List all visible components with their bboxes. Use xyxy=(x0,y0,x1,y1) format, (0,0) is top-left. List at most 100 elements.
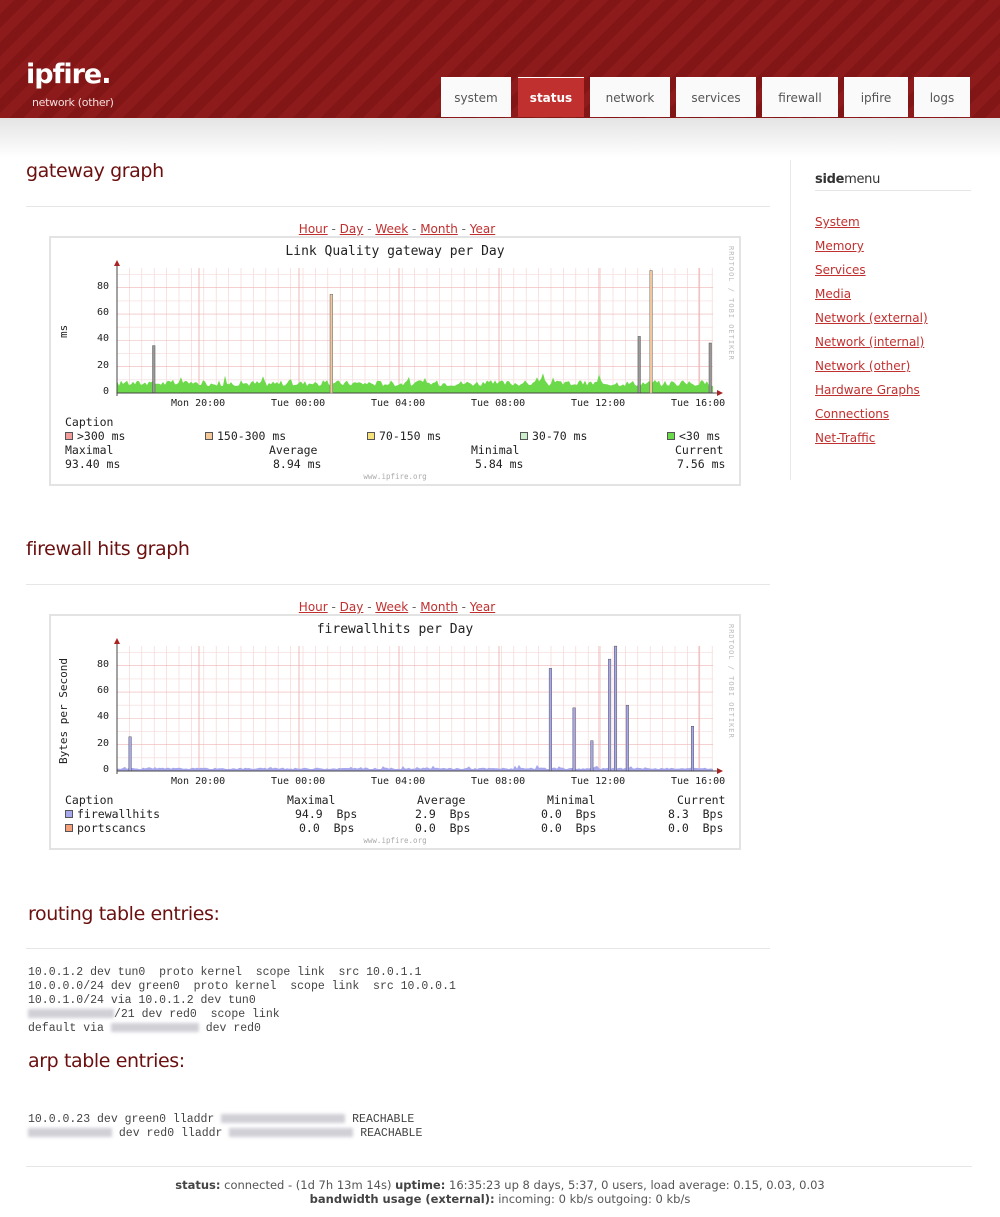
x-tick-label: Tue 12:00 xyxy=(571,776,626,787)
chart-footer: www.ipfire.org xyxy=(363,836,427,845)
sidemenu-item-connections[interactable]: Connections xyxy=(815,407,889,421)
stat-value: 93.40 ms xyxy=(65,457,121,471)
chart-title: Link Quality gateway per Day xyxy=(285,244,505,259)
legend-swatch xyxy=(520,432,528,440)
legend-item: >300 ms xyxy=(65,429,125,443)
sidemenu-item-services[interactable]: Services xyxy=(815,263,866,277)
x-tick-label: Tue 16:00 xyxy=(671,398,726,409)
legend-item: <30 ms xyxy=(667,429,721,443)
legend-item: firewallhits xyxy=(65,807,160,821)
stat-value: 0.0 Bps xyxy=(668,821,724,835)
legend-caption: Caption xyxy=(65,793,114,807)
column-header: Minimal xyxy=(547,793,596,807)
sidemenu-item-system[interactable]: System xyxy=(815,215,860,229)
route-line: dev red0 xyxy=(198,1022,261,1035)
sidemenu-item-network-internal[interactable]: Network (internal) xyxy=(815,335,924,349)
divider xyxy=(26,1166,972,1167)
redacted-address xyxy=(28,1128,112,1137)
x-tick-label: Tue 04:00 xyxy=(371,398,426,409)
status-footer: status: connected - (1d 7h 13m 14s) upti… xyxy=(175,1178,825,1206)
stat-label: Current xyxy=(675,443,724,457)
chart-title: firewallhits per Day xyxy=(316,622,474,637)
period-month-link[interactable]: Month xyxy=(420,222,458,236)
period-year-link[interactable]: Year xyxy=(470,222,495,236)
series-spike xyxy=(152,345,156,394)
y-tick-label: 40 xyxy=(96,711,109,723)
period-hour-link[interactable]: Hour xyxy=(299,222,328,236)
divider xyxy=(815,190,971,191)
period-day-link[interactable]: Day xyxy=(340,600,364,614)
gateway-chart: Link Quality gateway per Day RRDTOOL / T… xyxy=(49,236,741,486)
stat-value: 0.0 Bps xyxy=(415,821,471,835)
arp-line: 10.0.0.23 dev green0 lladdr xyxy=(28,1113,222,1126)
x-axis-arrow xyxy=(717,768,723,774)
series-spike xyxy=(614,645,618,772)
route-line: 10.0.1.2 dev tun0 proto kernel scope lin… xyxy=(28,966,422,979)
sidemenu-item-hardware-graphs[interactable]: Hardware Graphs xyxy=(815,383,920,397)
stat-value: 0.0 Bps xyxy=(299,821,355,835)
period-hour-link[interactable]: Hour xyxy=(299,600,328,614)
rrdtool-credit: RRDTOOL / TOBI OETIKER xyxy=(727,624,735,739)
stat-value: 94.9 Bps xyxy=(295,807,358,821)
sidemenu-item-network-other[interactable]: Network (other) xyxy=(815,359,910,373)
tab-network[interactable]: network xyxy=(590,77,670,117)
series-spike xyxy=(590,740,594,772)
sidemenu-item-memory[interactable]: Memory xyxy=(815,239,864,253)
divider xyxy=(26,584,770,585)
legend-swatch xyxy=(65,810,73,818)
route-line: default via xyxy=(28,1022,111,1035)
stat-value: 5.84 ms xyxy=(475,457,524,471)
period-year-link[interactable]: Year xyxy=(470,600,495,614)
series-spike xyxy=(625,704,629,772)
tab-system[interactable]: system xyxy=(441,77,511,117)
x-tick-label: Mon 20:00 xyxy=(171,776,226,787)
y-tick-label: 0 xyxy=(102,764,109,775)
x-tick-label: Tue 16:00 xyxy=(671,776,726,787)
sidemenu-item-media[interactable]: Media xyxy=(815,287,851,301)
x-tick-label: Tue 04:00 xyxy=(371,776,426,787)
logo[interactable]: ipfire. xyxy=(26,60,111,90)
stat-label: Maximal xyxy=(65,443,114,457)
column-header: Maximal xyxy=(287,793,336,807)
divider xyxy=(26,206,770,207)
stat-label: Average xyxy=(269,443,318,457)
period-day-link[interactable]: Day xyxy=(340,222,364,236)
routing-table: 10.0.1.2 dev tun0 proto kernel scope lin… xyxy=(28,966,456,1036)
x-tick-label: Tue 08:00 xyxy=(471,776,526,787)
sidemenu-item-network-external[interactable]: Network (external) xyxy=(815,311,928,325)
tab-logs[interactable]: logs xyxy=(914,77,970,117)
arp-line: dev red0 lladdr xyxy=(112,1127,230,1140)
series-spike xyxy=(690,726,694,772)
y-tick-label: 20 xyxy=(96,359,109,371)
legend-swatch xyxy=(367,432,375,440)
gateway-chart-plot xyxy=(114,260,723,396)
x-axis-arrow xyxy=(717,390,723,396)
y-tick-label: 40 xyxy=(96,333,109,345)
redacted-mac xyxy=(229,1128,354,1137)
series-spike xyxy=(637,336,641,394)
stat-value: 0.0 Bps xyxy=(541,821,597,835)
period-month-link[interactable]: Month xyxy=(420,600,458,614)
column-header: Current xyxy=(677,793,726,807)
tab-status[interactable]: status xyxy=(518,77,584,117)
series-area xyxy=(117,764,713,771)
y-axis-arrow xyxy=(114,638,120,644)
chart-footer: www.ipfire.org xyxy=(363,472,427,481)
legend-caption: Caption xyxy=(65,415,114,429)
y-tick-label: 20 xyxy=(96,737,109,749)
tab-ipfire[interactable]: ipfire xyxy=(844,77,908,117)
tab-firewall[interactable]: firewall xyxy=(762,77,838,117)
period-week-link[interactable]: Week xyxy=(375,222,408,236)
arp-heading: arp table entries: xyxy=(28,1050,185,1072)
series-spike xyxy=(708,342,712,394)
route-line: 10.0.0.0/24 dev green0 proto kernel scop… xyxy=(28,980,456,993)
column-header: Average xyxy=(417,793,466,807)
period-week-link[interactable]: Week xyxy=(375,600,408,614)
y-tick-label: 60 xyxy=(96,307,109,319)
sidemenu-item-net-traffic[interactable]: Net-Traffic xyxy=(815,431,875,445)
tab-services[interactable]: services xyxy=(676,77,756,117)
series-spike xyxy=(329,294,333,394)
y-tick-label: 60 xyxy=(96,685,109,697)
firewall-chart: firewallhits per Day RRDTOOL / TOBI OETI… xyxy=(49,614,741,850)
logo-subtitle: network (other) xyxy=(32,96,114,109)
